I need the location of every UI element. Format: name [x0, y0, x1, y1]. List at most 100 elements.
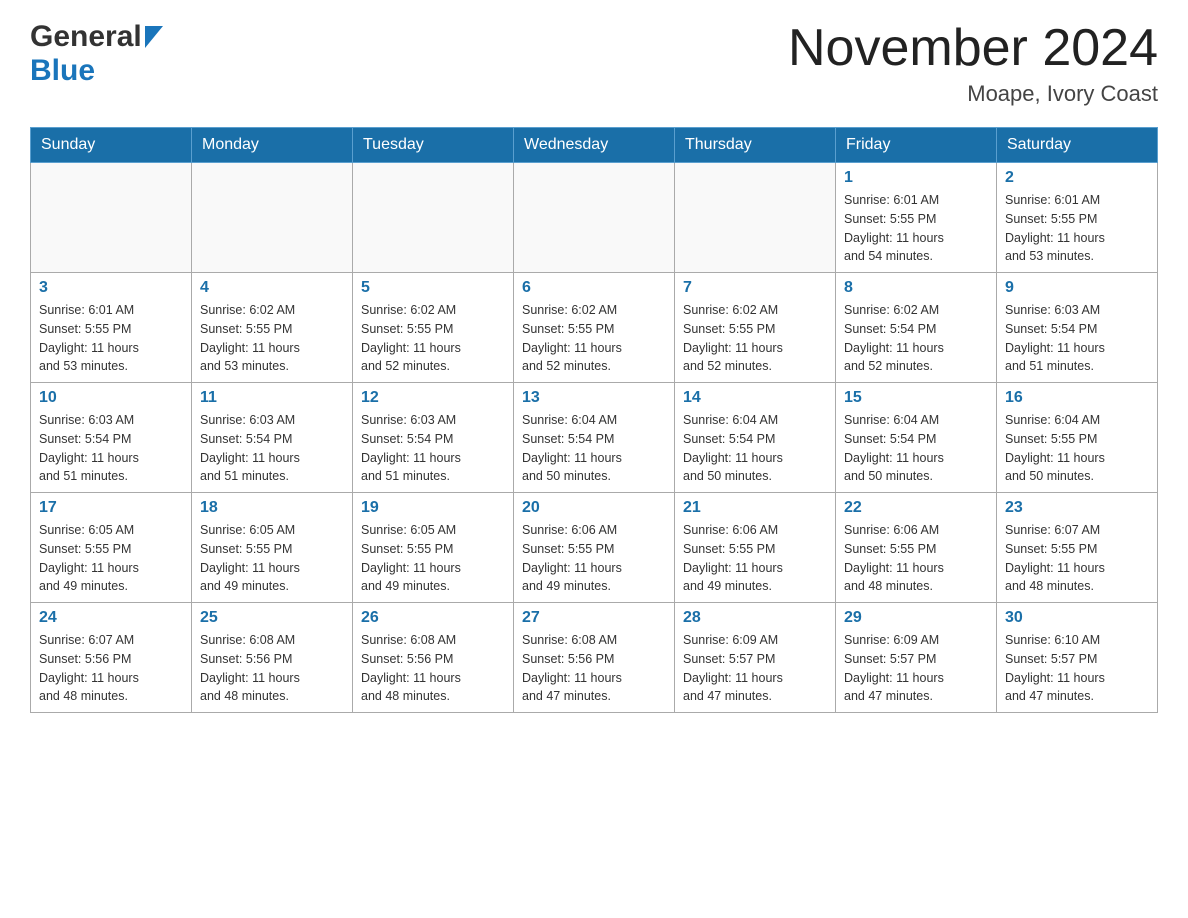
- calendar-cell: 4Sunrise: 6:02 AM Sunset: 5:55 PM Daylig…: [192, 273, 353, 383]
- day-number: 22: [844, 499, 988, 517]
- calendar-cell: 22Sunrise: 6:06 AM Sunset: 5:55 PM Dayli…: [836, 493, 997, 603]
- day-info: Sunrise: 6:01 AM Sunset: 5:55 PM Dayligh…: [1005, 191, 1149, 266]
- day-number: 24: [39, 609, 183, 627]
- calendar-cell: 29 Sunrise: 6:09 AM Sunset: 5:57 PM Dayli…: [836, 603, 997, 713]
- week-row-4: 17 Sunrise: 6:05 AM Sunset: 5:55 PM Dayli…: [31, 493, 1158, 603]
- day-number: 29: [844, 609, 988, 627]
- day-info: Sunrise: 6:07 AM Sunset: 5:56 PM Dayligh…: [39, 631, 183, 706]
- calendar-cell: 12 Sunrise: 6:03 AM Sunset: 5:54 PM Dayli…: [353, 383, 514, 493]
- calendar-cell: [675, 163, 836, 273]
- calendar-cell: 17 Sunrise: 6:05 AM Sunset: 5:55 PM Dayli…: [31, 493, 192, 603]
- day-info: Sunrise: 6:05 AM Sunset: 5:55 PM Dayligh…: [39, 521, 183, 596]
- month-title: November 2024: [788, 20, 1158, 77]
- day-info: Sunrise: 6:03 AM Sunset: 5:54 PM Dayligh…: [361, 411, 505, 486]
- day-number: 23: [1005, 499, 1149, 517]
- calendar-cell: 15 Sunrise: 6:04 AM Sunset: 5:54 PM Dayli…: [836, 383, 997, 493]
- calendar-cell: 11 Sunrise: 6:03 AM Sunset: 5:54 PM Dayli…: [192, 383, 353, 493]
- day-info: Sunrise: 6:02 AM Sunset: 5:54 PM Dayligh…: [844, 301, 988, 376]
- day-number: 3: [39, 279, 183, 297]
- calendar-cell: 1Sunrise: 6:01 AM Sunset: 5:55 PM Daylig…: [836, 163, 997, 273]
- calendar-cell: 27 Sunrise: 6:08 AM Sunset: 5:56 PM Dayli…: [514, 603, 675, 713]
- calendar-header-row: SundayMondayTuesdayWednesdayThursdayFrid…: [31, 128, 1158, 163]
- day-info: Sunrise: 6:03 AM Sunset: 5:54 PM Dayligh…: [39, 411, 183, 486]
- calendar-cell: 23Sunrise: 6:07 AM Sunset: 5:55 PM Dayli…: [997, 493, 1158, 603]
- day-number: 7: [683, 279, 827, 297]
- day-number: 1: [844, 169, 988, 187]
- day-info: Sunrise: 6:03 AM Sunset: 5:54 PM Dayligh…: [1005, 301, 1149, 376]
- calendar-cell: 16 Sunrise: 6:04 AM Sunset: 5:55 PM Dayli…: [997, 383, 1158, 493]
- calendar-cell: 30 Sunrise: 6:10 AM Sunset: 5:57 PM Dayli…: [997, 603, 1158, 713]
- day-number: 30: [1005, 609, 1149, 627]
- day-info: Sunrise: 6:04 AM Sunset: 5:54 PM Dayligh…: [522, 411, 666, 486]
- day-number: 11: [200, 389, 344, 407]
- week-row-5: 24 Sunrise: 6:07 AM Sunset: 5:56 PM Dayli…: [31, 603, 1158, 713]
- day-info: Sunrise: 6:10 AM Sunset: 5:57 PM Dayligh…: [1005, 631, 1149, 706]
- page-header: General Blue November 2024 Moape, Ivory …: [30, 20, 1158, 107]
- day-info: Sunrise: 6:04 AM Sunset: 5:54 PM Dayligh…: [844, 411, 988, 486]
- calendar-cell: 24 Sunrise: 6:07 AM Sunset: 5:56 PM Dayli…: [31, 603, 192, 713]
- logo-triangle-icon: [145, 26, 163, 53]
- day-number: 16: [1005, 389, 1149, 407]
- title-area: November 2024 Moape, Ivory Coast: [788, 20, 1158, 107]
- calendar-table: SundayMondayTuesdayWednesdayThursdayFrid…: [30, 127, 1158, 713]
- weekday-header-thursday: Thursday: [675, 128, 836, 163]
- week-row-1: 1 Sunrise: 6:01 AM Sunset: 5:55 PM Daylig…: [31, 163, 1158, 273]
- calendar-cell: [31, 163, 192, 273]
- calendar-cell: 18 Sunrise: 6:05 AM Sunset: 5:55 PM Dayli…: [192, 493, 353, 603]
- day-number: 13: [522, 389, 666, 407]
- day-info: Sunrise: 6:04 AM Sunset: 5:54 PM Dayligh…: [683, 411, 827, 486]
- day-info: Sunrise: 6:01 AM Sunset: 5:55 PM Dayligh…: [39, 301, 183, 376]
- week-row-2: 3 Sunrise: 6:01 AM Sunset: 5:55 PM Daylig…: [31, 273, 1158, 383]
- weekday-header-sunday: Sunday: [31, 128, 192, 163]
- day-info: Sunrise: 6:02 AM Sunset: 5:55 PM Dayligh…: [683, 301, 827, 376]
- calendar-cell: 28 Sunrise: 6:09 AM Sunset: 5:57 PM Dayli…: [675, 603, 836, 713]
- day-number: 14: [683, 389, 827, 407]
- day-number: 10: [39, 389, 183, 407]
- logo: General Blue: [30, 20, 163, 88]
- day-number: 2: [1005, 169, 1149, 187]
- day-number: 4: [200, 279, 344, 297]
- day-info: Sunrise: 6:08 AM Sunset: 5:56 PM Dayligh…: [200, 631, 344, 706]
- day-info: Sunrise: 6:06 AM Sunset: 5:55 PM Dayligh…: [683, 521, 827, 596]
- day-number: 25: [200, 609, 344, 627]
- day-info: Sunrise: 6:02 AM Sunset: 5:55 PM Dayligh…: [361, 301, 505, 376]
- day-info: Sunrise: 6:08 AM Sunset: 5:56 PM Dayligh…: [522, 631, 666, 706]
- calendar-cell: 2 Sunrise: 6:01 AM Sunset: 5:55 PM Daylig…: [997, 163, 1158, 273]
- weekday-header-saturday: Saturday: [997, 128, 1158, 163]
- day-number: 17: [39, 499, 183, 517]
- calendar-cell: 9Sunrise: 6:03 AM Sunset: 5:54 PM Daylig…: [997, 273, 1158, 383]
- day-info: Sunrise: 6:05 AM Sunset: 5:55 PM Dayligh…: [200, 521, 344, 596]
- weekday-header-wednesday: Wednesday: [514, 128, 675, 163]
- day-number: 20: [522, 499, 666, 517]
- day-number: 8: [844, 279, 988, 297]
- weekday-header-tuesday: Tuesday: [353, 128, 514, 163]
- calendar-cell: [353, 163, 514, 273]
- day-number: 12: [361, 389, 505, 407]
- calendar-cell: 13 Sunrise: 6:04 AM Sunset: 5:54 PM Dayli…: [514, 383, 675, 493]
- day-number: 6: [522, 279, 666, 297]
- calendar-cell: 25 Sunrise: 6:08 AM Sunset: 5:56 PM Dayli…: [192, 603, 353, 713]
- calendar-cell: 20 Sunrise: 6:06 AM Sunset: 5:55 PM Dayli…: [514, 493, 675, 603]
- day-number: 18: [200, 499, 344, 517]
- day-number: 26: [361, 609, 505, 627]
- day-info: Sunrise: 6:04 AM Sunset: 5:55 PM Dayligh…: [1005, 411, 1149, 486]
- calendar-cell: 6Sunrise: 6:02 AM Sunset: 5:55 PM Daylig…: [514, 273, 675, 383]
- weekday-header-monday: Monday: [192, 128, 353, 163]
- day-info: Sunrise: 6:08 AM Sunset: 5:56 PM Dayligh…: [361, 631, 505, 706]
- day-info: Sunrise: 6:09 AM Sunset: 5:57 PM Dayligh…: [844, 631, 988, 706]
- calendar-cell: 14 Sunrise: 6:04 AM Sunset: 5:54 PM Dayli…: [675, 383, 836, 493]
- day-number: 21: [683, 499, 827, 517]
- day-number: 27: [522, 609, 666, 627]
- week-row-3: 10 Sunrise: 6:03 AM Sunset: 5:54 PM Dayli…: [31, 383, 1158, 493]
- logo-blue-text: Blue: [30, 54, 95, 87]
- day-info: Sunrise: 6:06 AM Sunset: 5:55 PM Dayligh…: [522, 521, 666, 596]
- day-number: 5: [361, 279, 505, 297]
- calendar-cell: 8 Sunrise: 6:02 AM Sunset: 5:54 PM Daylig…: [836, 273, 997, 383]
- weekday-header-friday: Friday: [836, 128, 997, 163]
- calendar-cell: 26 Sunrise: 6:08 AM Sunset: 5:56 PM Dayli…: [353, 603, 514, 713]
- day-info: Sunrise: 6:09 AM Sunset: 5:57 PM Dayligh…: [683, 631, 827, 706]
- day-number: 15: [844, 389, 988, 407]
- day-info: Sunrise: 6:03 AM Sunset: 5:54 PM Dayligh…: [200, 411, 344, 486]
- day-number: 28: [683, 609, 827, 627]
- day-info: Sunrise: 6:05 AM Sunset: 5:55 PM Dayligh…: [361, 521, 505, 596]
